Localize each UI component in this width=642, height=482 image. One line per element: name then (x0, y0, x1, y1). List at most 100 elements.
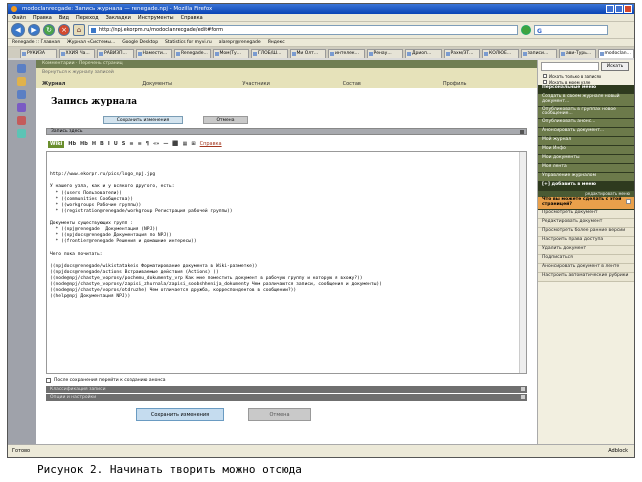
find-button[interactable]: Искать (601, 62, 629, 71)
sidebar-menu-item[interactable]: [+] добавить в меню (538, 182, 634, 192)
after-save-checkbox[interactable] (46, 378, 51, 383)
section-header[interactable]: Запись здесь (46, 128, 527, 135)
menu-item-tools[interactable]: Инструменты (138, 14, 174, 21)
page-action-item[interactable]: Настроить права доступа (538, 236, 634, 246)
tab-journal[interactable]: Журнал (36, 80, 136, 88)
close-promo-icon[interactable] (626, 199, 631, 205)
bookmarks-icon[interactable] (17, 64, 26, 73)
horizontal-rule-icon[interactable]: — (163, 141, 168, 147)
menu-item-view[interactable]: Вид (59, 14, 69, 21)
page-action-item[interactable]: Настроить автоматические рубрики (538, 272, 634, 282)
save-button-bottom[interactable]: Сохранить изменения (136, 408, 224, 421)
bookmark-item[interactable]: Яндекс (268, 39, 285, 46)
page-action-item[interactable]: Просмотреть документ (538, 209, 634, 219)
bookmark-item[interactable]: Statistics for myvi.ru (165, 39, 212, 46)
search-input[interactable]: G (534, 25, 608, 35)
bold-icon[interactable]: B (100, 141, 104, 147)
page-action-item[interactable]: Просмотреть более ранние версии (538, 227, 634, 237)
menu-item-edit[interactable]: Правка (33, 14, 52, 21)
browser-tab[interactable]: Рахм/ЗТ... (443, 49, 480, 58)
link-icon[interactable]: ⊞ (191, 141, 195, 147)
italic-icon[interactable]: I (108, 141, 110, 147)
back-button[interactable]: ◀ (11, 23, 25, 37)
page-action-item[interactable]: Анонсировать документ в ленте (538, 263, 634, 273)
bookmark-item[interactable]: Renegade :: Главная (12, 39, 60, 46)
collapse-icon[interactable] (520, 130, 524, 134)
downloads-icon[interactable] (17, 90, 26, 99)
paragraph-icon[interactable]: ¶ (146, 141, 149, 147)
browser-tab[interactable]: Мом(Ту... (212, 49, 249, 58)
sidebar-menu-item[interactable]: Мой журнал (538, 137, 634, 147)
menu-item-help[interactable]: Справка (181, 14, 203, 21)
heading2-icon[interactable]: Hb (80, 141, 88, 147)
classification-section[interactable]: Классификация записи (46, 386, 527, 393)
browser-tab[interactable]: ави-Турь... (559, 49, 596, 58)
page-action-item[interactable]: Удалить документ (538, 245, 634, 255)
tab-documents[interactable]: Документы (136, 80, 236, 88)
sidebar-menu-item[interactable]: Моя лента (538, 164, 634, 174)
strikethrough-icon[interactable]: S (122, 141, 126, 147)
expand-icon[interactable] (521, 387, 525, 391)
help-link[interactable]: Справка (200, 141, 222, 147)
sidebar-menu-item[interactable]: Анонсировать документ... (538, 128, 634, 138)
cancel-button-bottom[interactable]: Отмена (248, 408, 311, 421)
sidebar-menu-item[interactable]: Мои Инфо (538, 146, 634, 156)
minimize-button[interactable] (606, 5, 614, 13)
browser-tab[interactable]: интелек... (328, 49, 365, 58)
tab-composition[interactable]: Состав (337, 80, 437, 88)
browser-tab[interactable]: КОЛЮЕ... (482, 49, 519, 58)
image-icon[interactable]: ⬛ (172, 141, 178, 147)
browser-tab[interactable]: Намести... (135, 49, 172, 58)
wiki-text-editor[interactable]: http://www.ekorpr.ru/pics/logo_npj.jpg У … (46, 151, 527, 374)
bookmark-item[interactable]: Google Desktop (122, 39, 158, 46)
menu-item-bookmarks[interactable]: Закладки (106, 14, 131, 21)
wiki-mode-button[interactable]: Wiki (48, 140, 65, 148)
go-button[interactable] (521, 25, 531, 35)
page-action-item[interactable]: Подписаться (538, 254, 634, 264)
numbered-list-icon[interactable]: ≡ (138, 141, 142, 147)
search-option-checkbox[interactable] (543, 80, 547, 84)
menu-item-file[interactable]: Файл (12, 14, 26, 21)
browser-tab-active[interactable]: modoclan... (597, 49, 634, 58)
history-icon[interactable] (17, 77, 26, 86)
scrapbook-icon[interactable] (17, 116, 26, 125)
browser-tab[interactable]: Дриоп... (405, 49, 442, 58)
tab-profile[interactable]: Профиль (437, 80, 537, 88)
save-button-top[interactable]: Сохранить изменения (103, 116, 183, 124)
sidebar-menu-item[interactable]: Персональные меню (538, 85, 634, 94)
stop-button[interactable]: × (58, 24, 70, 36)
tab-members[interactable]: Участники (236, 80, 336, 88)
feeds-icon[interactable] (17, 129, 26, 138)
browser-tab[interactable]: Ми Олт... (289, 49, 326, 58)
table-icon[interactable]: ▦ (183, 141, 188, 147)
reload-button[interactable]: ↻ (43, 24, 55, 36)
bullet-list-icon[interactable]: ≡ (129, 141, 133, 147)
browser-tab[interactable]: Ренау... (366, 49, 403, 58)
underline-icon[interactable]: U (114, 141, 118, 147)
expand-icon[interactable] (521, 395, 525, 399)
quote-icon[interactable]: «» (153, 141, 159, 147)
heading1-icon[interactable]: Hb (68, 141, 76, 147)
notes-icon[interactable] (17, 103, 26, 112)
browser-tab[interactable]: РАВИЗП... (97, 49, 134, 58)
search-option-checkbox[interactable] (543, 74, 547, 78)
options-section[interactable]: Опции и настройки (46, 394, 527, 401)
page-action-item[interactable]: Редактировать документ (538, 218, 634, 228)
sidebar-menu-item[interactable]: Управление журналом (538, 173, 634, 183)
bookmark-item[interactable]: Журнал «Системы... (67, 39, 115, 46)
browser-tab[interactable]: Renegade... (174, 49, 211, 58)
address-bar[interactable]: http://npj.ekorpm.ru/modoclanreсgade/edi… (88, 25, 518, 35)
sidebar-menu-item[interactable]: Создать в своем журнале новый документ..… (538, 94, 634, 107)
sidebar-menu-item[interactable]: Опубликовать анонс... (538, 119, 634, 129)
sidebar-menu-item[interactable]: Мои документы (538, 155, 634, 165)
breadcrumb[interactable]: Вернуться к журналу записей (36, 68, 537, 77)
home-button[interactable]: ⌂ (73, 24, 85, 36)
cancel-button-top[interactable]: Отмена (203, 116, 248, 124)
browser-tab[interactable]: РУКИЗА (20, 49, 57, 58)
forward-button[interactable]: ▶ (28, 24, 40, 36)
browser-tab[interactable]: ХХИЯ Ча... (58, 49, 95, 58)
close-button[interactable] (624, 5, 632, 13)
browser-tab[interactable]: ГЛОБ/Ш... (251, 49, 288, 58)
browser-tab[interactable]: записи... (520, 49, 557, 58)
heading3-icon[interactable]: H (92, 141, 96, 147)
